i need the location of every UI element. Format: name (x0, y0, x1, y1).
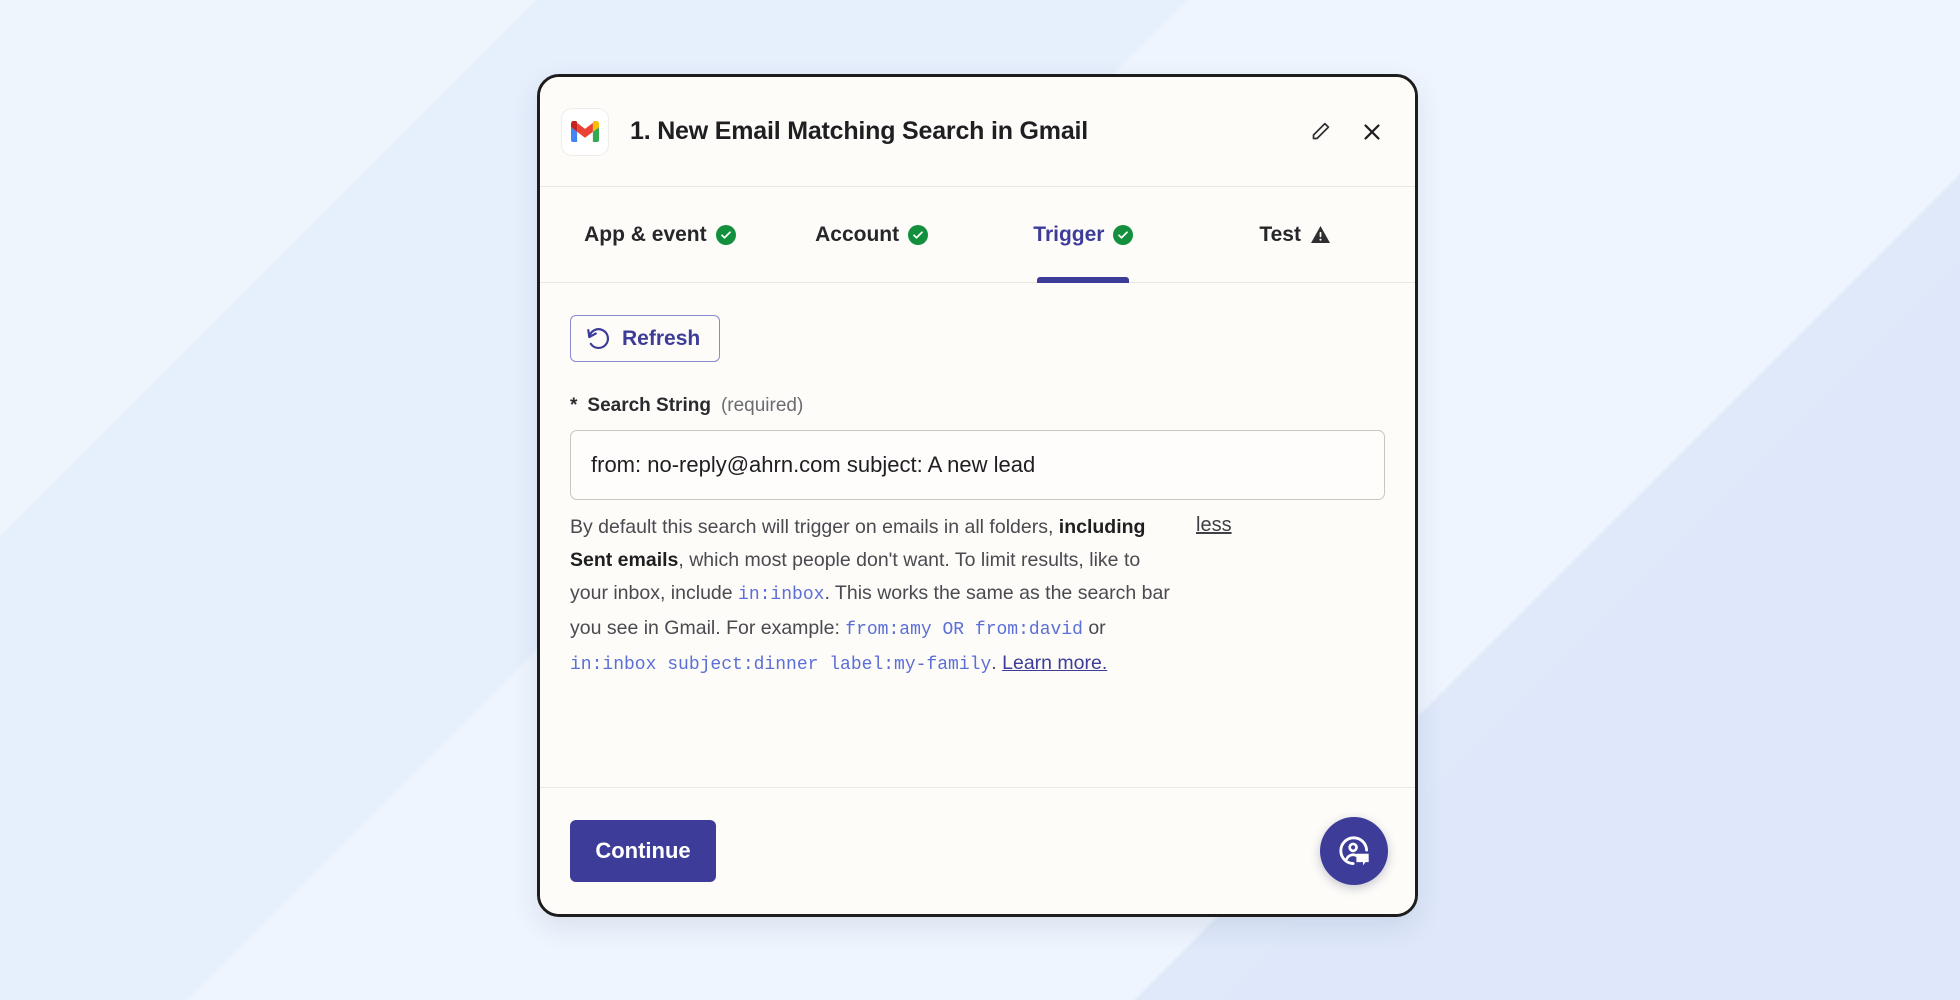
card-body: Refresh * Search String (required) By de… (540, 283, 1415, 787)
rotate-ccw-icon (586, 326, 611, 351)
tab-test[interactable]: Test (1189, 187, 1401, 282)
refresh-button[interactable]: Refresh (570, 315, 721, 362)
tab-label: App & event (584, 222, 707, 246)
search-help-text: By default this search will trigger on e… (570, 511, 1180, 682)
card-header: 1. New Email Matching Search in Gmail (540, 77, 1415, 187)
help-part-4: or (1082, 617, 1106, 639)
help-code-3: in:inbox subject:dinner label:my-family (570, 655, 992, 675)
pencil-icon[interactable] (1305, 117, 1335, 147)
tab-app-and-event[interactable]: App & event (554, 187, 766, 282)
check-circle-icon (715, 224, 736, 245)
tab-account[interactable]: Account (766, 187, 978, 282)
step-tabs: App & event Account Trigger Test (540, 187, 1415, 283)
card-footer: Continue (540, 787, 1415, 914)
learn-more-link[interactable]: Learn more. (1002, 652, 1107, 674)
check-circle-icon (908, 224, 929, 245)
help-code-1: in:inbox (738, 585, 825, 605)
tab-label: Trigger (1033, 222, 1105, 246)
zap-step-card: 1. New Email Matching Search in Gmail Ap… (537, 74, 1418, 917)
search-string-input[interactable] (570, 430, 1385, 500)
refresh-button-label: Refresh (622, 326, 701, 350)
continue-button[interactable]: Continue (570, 820, 716, 882)
help-code-2: from:amy OR from:david (845, 620, 1083, 640)
field-label-text: Search String (587, 395, 711, 416)
tab-label: Test (1259, 222, 1301, 246)
search-string-label: * Search String (required) (570, 395, 1385, 417)
help-part-1: By default this search will trigger on e… (570, 516, 1059, 538)
required-note: (required) (720, 395, 804, 416)
help-part-5: . (991, 652, 1003, 674)
help-row: By default this search will trigger on e… (570, 511, 1385, 682)
page-title: 1. New Email Matching Search in Gmail (630, 117, 1089, 145)
check-circle-icon (1113, 224, 1134, 245)
tab-trigger[interactable]: Trigger (978, 187, 1190, 282)
close-x-icon[interactable] (1357, 117, 1387, 147)
tab-label: Account (815, 222, 900, 246)
warning-triangle-icon (1310, 225, 1331, 244)
support-agent-icon[interactable] (1320, 817, 1388, 885)
less-toggle-link[interactable]: less (1196, 514, 1232, 537)
gmail-logo-icon (562, 108, 608, 155)
header-actions (1305, 117, 1387, 147)
required-asterisk: * (570, 395, 578, 416)
